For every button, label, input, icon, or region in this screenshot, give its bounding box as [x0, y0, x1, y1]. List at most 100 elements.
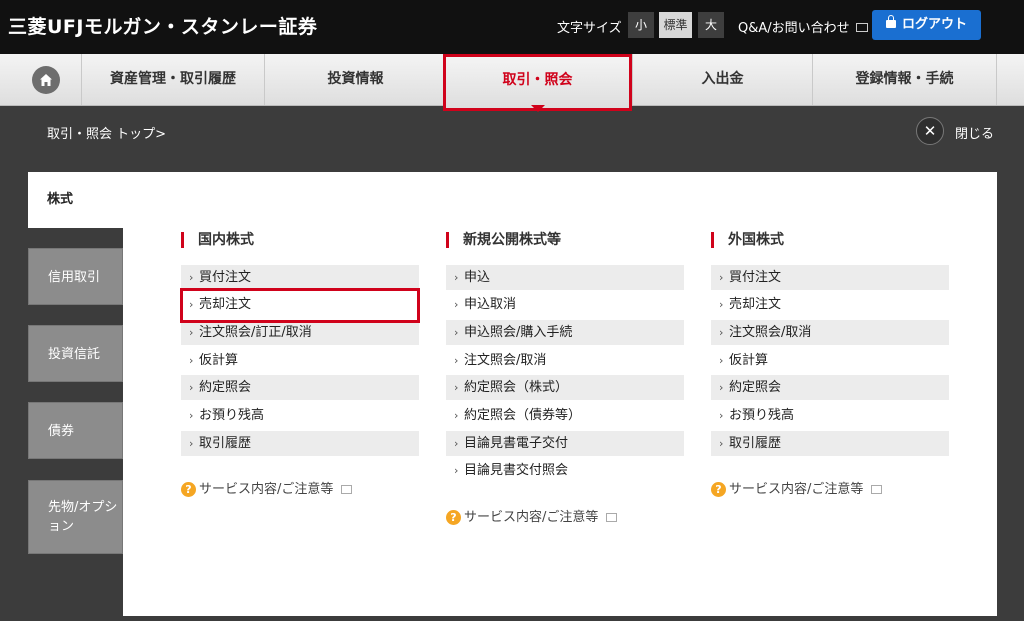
link-label: 注文照会/訂正/取消	[199, 325, 312, 340]
link-domestic-provisional-calc[interactable]: › 仮計算	[181, 348, 419, 373]
link-foreign-buy-order[interactable]: › 買付注文	[711, 265, 949, 290]
close-icon: ✕	[923, 122, 937, 140]
lock-icon	[885, 15, 896, 28]
link-label: 申込取消	[464, 297, 517, 312]
chevron-right-icon: ›	[189, 437, 194, 450]
close-button[interactable]: ✕	[916, 117, 944, 145]
nav-registration[interactable]: 登録情報・手続	[812, 54, 997, 105]
chevron-right-icon: ›	[719, 409, 724, 422]
tab-margin-trading[interactable]: 信用取引	[28, 248, 123, 305]
chevron-right-icon: ›	[454, 381, 459, 394]
service-label: サービス内容/ご注意等	[464, 510, 599, 525]
help-icon: ?	[446, 510, 461, 525]
new-window-icon	[606, 513, 618, 522]
nav-asset-management[interactable]: 資産管理・取引履歴	[81, 54, 264, 105]
link-ipo-apply[interactable]: › 申込	[446, 265, 684, 290]
chevron-right-icon: ›	[454, 464, 459, 477]
link-ipo-order-inquiry[interactable]: › 注文照会/取消	[446, 348, 684, 373]
link-label: 買付注文	[199, 270, 252, 285]
chevron-right-icon: ›	[189, 354, 194, 367]
nav-investment-info[interactable]: 投資情報	[264, 54, 446, 105]
link-label: 取引履歴	[199, 436, 252, 451]
link-domestic-trade-history[interactable]: › 取引履歴	[181, 431, 419, 456]
link-label: 申込照会/購入手続	[464, 325, 573, 340]
qa-label: Q&A/お問い合わせ	[738, 21, 850, 36]
font-size-small-button[interactable]: 小	[628, 12, 654, 38]
main-nav: 資産管理・取引履歴 投資情報 取引・照会 入出金 登録情報・手続	[0, 54, 1024, 111]
column-title-ipo: 新規公開株式等	[446, 232, 561, 248]
chevron-right-icon: ›	[454, 326, 459, 339]
link-label: 申込	[464, 270, 491, 285]
font-size-label: 文字サイズ	[557, 21, 622, 36]
nav-trade-inquiry[interactable]: 取引・照会	[443, 54, 632, 111]
link-ipo-application-inquiry[interactable]: › 申込照会/購入手続	[446, 320, 684, 345]
help-icon: ?	[181, 482, 196, 497]
link-label: 注文照会/取消	[729, 325, 812, 340]
highlight-sell-order	[180, 288, 420, 323]
service-label: サービス内容/ご注意等	[729, 482, 864, 497]
service-label: サービス内容/ご注意等	[199, 482, 334, 497]
chevron-right-icon: ›	[719, 271, 724, 284]
close-label[interactable]: 閉じる	[955, 123, 994, 142]
logout-button[interactable]: ログアウト	[872, 10, 981, 40]
link-label: 売却注文	[729, 297, 782, 312]
column-title-domestic-stocks: 国内株式	[181, 232, 254, 248]
chevron-right-icon: ›	[719, 437, 724, 450]
brand-logo[interactable]: 三菱UFJモルガン・スタンレー証券	[8, 12, 317, 39]
link-label: 取引履歴	[729, 436, 782, 451]
link-foreign-holdings[interactable]: › お預り残高	[711, 403, 949, 428]
link-foreign-provisional-calc[interactable]: › 仮計算	[711, 348, 949, 373]
link-label: 約定照会	[729, 380, 782, 395]
tab-bonds[interactable]: 債券	[28, 402, 123, 459]
link-ipo-prospectus-inquiry[interactable]: › 目論見書交付照会	[446, 458, 684, 483]
chevron-right-icon: ›	[189, 271, 194, 284]
link-foreign-trade-history[interactable]: › 取引履歴	[711, 431, 949, 456]
link-label: 注文照会/取消	[464, 353, 547, 368]
new-window-icon	[855, 23, 868, 32]
link-foreign-execution-inquiry[interactable]: › 約定照会	[711, 375, 949, 400]
chevron-right-icon: ›	[189, 326, 194, 339]
link-domestic-execution-inquiry[interactable]: › 約定照会	[181, 375, 419, 400]
tab-investment-trust[interactable]: 投資信託	[28, 325, 123, 382]
tab-stocks[interactable]: 株式	[28, 172, 128, 228]
tab-futures-options[interactable]: 先物/オプション	[28, 480, 123, 554]
header-bar: 三菱UFJモルガン・スタンレー証券 文字サイズ 小 標準 大 Q&A/お問い合わ…	[0, 0, 1024, 54]
link-label: 目論見書電子交付	[464, 436, 569, 451]
service-info-link-foreign[interactable]: ? サービス内容/ご注意等	[711, 478, 883, 497]
link-ipo-execution-bonds[interactable]: › 約定照会（債券等）	[446, 403, 684, 428]
font-size-standard-button[interactable]: 標準	[659, 12, 692, 38]
link-label: 約定照会	[199, 380, 252, 395]
link-domestic-order-inquiry[interactable]: › 注文照会/訂正/取消	[181, 320, 419, 345]
link-foreign-sell-order[interactable]: › 売却注文	[711, 292, 949, 317]
chevron-right-icon: ›	[454, 298, 459, 311]
link-label: お預り残高	[729, 408, 795, 423]
home-icon	[40, 74, 52, 86]
link-foreign-order-inquiry[interactable]: › 注文照会/取消	[711, 320, 949, 345]
new-window-icon	[341, 485, 353, 494]
chevron-right-icon: ›	[189, 381, 194, 394]
help-icon: ?	[711, 482, 726, 497]
link-ipo-prospectus-e-delivery[interactable]: › 目論見書電子交付	[446, 431, 684, 456]
link-label: 目論見書交付照会	[464, 463, 569, 478]
chevron-right-icon: ›	[719, 381, 724, 394]
qa-link[interactable]: Q&A/お問い合わせ	[738, 17, 868, 36]
link-domestic-holdings[interactable]: › お預り残高	[181, 403, 419, 428]
breadcrumb[interactable]: 取引・照会 トップ>	[47, 123, 166, 142]
chevron-right-icon: ›	[454, 437, 459, 450]
link-ipo-execution-stocks[interactable]: › 約定照会（株式）	[446, 375, 684, 400]
chevron-right-icon: ›	[454, 271, 459, 284]
column-title-foreign-stocks: 外国株式	[711, 232, 784, 248]
home-button[interactable]	[32, 66, 60, 94]
chevron-right-icon: ›	[189, 409, 194, 422]
active-nav-arrow	[531, 105, 545, 112]
nav-deposit-withdrawal[interactable]: 入出金	[632, 54, 812, 105]
service-info-link-domestic[interactable]: ? サービス内容/ご注意等	[181, 478, 353, 497]
chevron-right-icon: ›	[454, 409, 459, 422]
font-size-large-button[interactable]: 大	[698, 12, 724, 38]
chevron-right-icon: ›	[454, 354, 459, 367]
link-label: 約定照会（債券等）	[464, 408, 582, 423]
link-ipo-cancel-application[interactable]: › 申込取消	[446, 292, 684, 317]
service-info-link-ipo[interactable]: ? サービス内容/ご注意等	[446, 506, 618, 525]
link-label: 仮計算	[199, 353, 239, 368]
link-domestic-buy-order[interactable]: › 買付注文	[181, 265, 419, 290]
